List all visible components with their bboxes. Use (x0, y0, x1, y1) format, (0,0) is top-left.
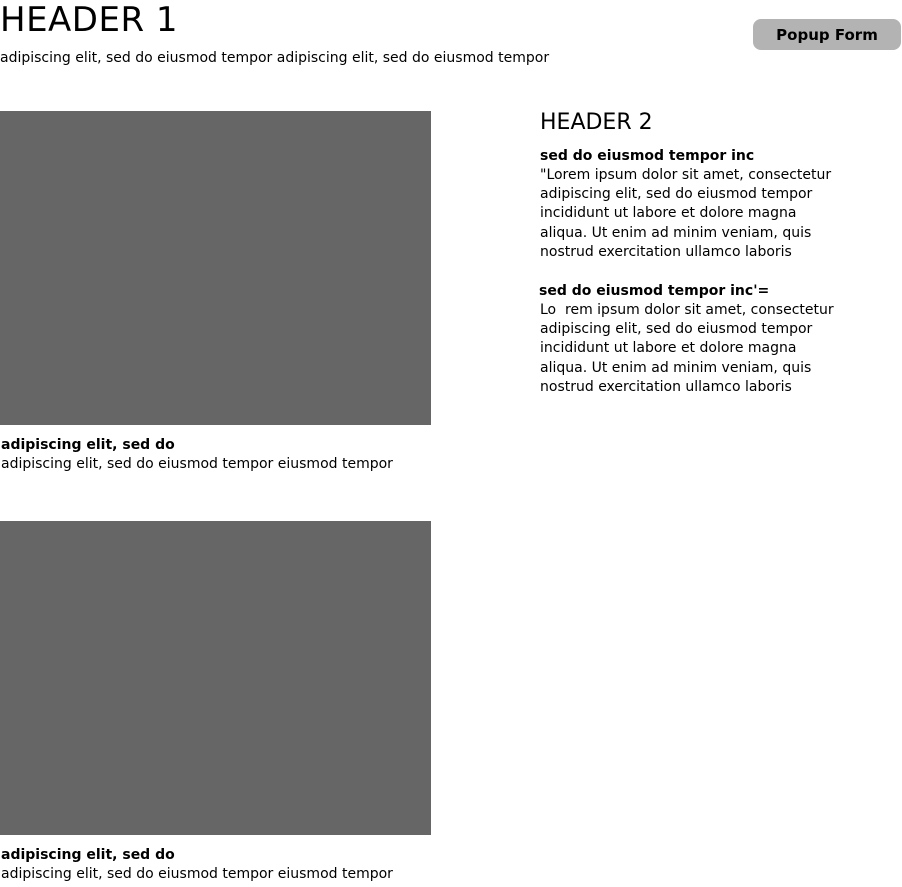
text-block-body: "Lorem ipsum dolor sit amet, consectetur… (540, 166, 860, 262)
text-line: aliqua. Ut enim ad minim veniam, quis (540, 359, 812, 376)
image-caption-text: adipiscing elit, sed do eiusmod tempor e… (1, 456, 393, 472)
image-caption-title: adipiscing elit, sed do (1, 847, 175, 863)
image-caption-1: adipiscing elit, sed do adipiscing elit,… (1, 436, 441, 474)
text-line: Lo rem ipsum dolor sit amet, consectetur (540, 302, 834, 318)
text-line: incididunt ut labore et dolore magna (540, 205, 797, 222)
popup-form-button[interactable]: Popup Form (753, 19, 901, 50)
section-header: HEADER 2 (540, 110, 653, 135)
page-title: HEADER 1 (0, 0, 179, 40)
text-block-title: sed do eiusmod tempor inc'= (539, 283, 770, 299)
text-line: nostrud exercitation ullamco laboris (540, 243, 792, 260)
text-line: incididunt ut labore et dolore magna (540, 340, 797, 357)
text-line: adipiscing elit, sed do eiusmod tempor (540, 321, 813, 338)
text-block-1: sed do eiusmod tempor inc "Lorem ipsum d… (540, 147, 860, 262)
image-placeholder-1 (0, 111, 431, 425)
text-line: "Lorem ipsum dolor sit amet, consectetur (540, 167, 832, 183)
text-line: adipiscing elit, sed do eiusmod tempor (540, 186, 813, 203)
image-caption-title: adipiscing elit, sed do (1, 437, 175, 453)
text-block-2: sed do eiusmod tempor inc'= Lo rem ipsum… (539, 282, 859, 397)
text-line: aliqua. Ut enim ad minim veniam, quis (540, 224, 812, 241)
image-placeholder-2 (0, 521, 431, 835)
image-caption-2: adipiscing elit, sed do adipiscing elit,… (1, 846, 441, 884)
image-caption-text: adipiscing elit, sed do eiusmod tempor e… (1, 866, 393, 882)
page-subtitle: adipiscing elit, sed do eiusmod tempor a… (0, 50, 550, 66)
text-line: nostrud exercitation ullamco laboris (540, 378, 792, 395)
text-block-body: Lo rem ipsum dolor sit amet, consectetur… (539, 301, 859, 397)
text-block-title: sed do eiusmod tempor inc (540, 148, 755, 164)
